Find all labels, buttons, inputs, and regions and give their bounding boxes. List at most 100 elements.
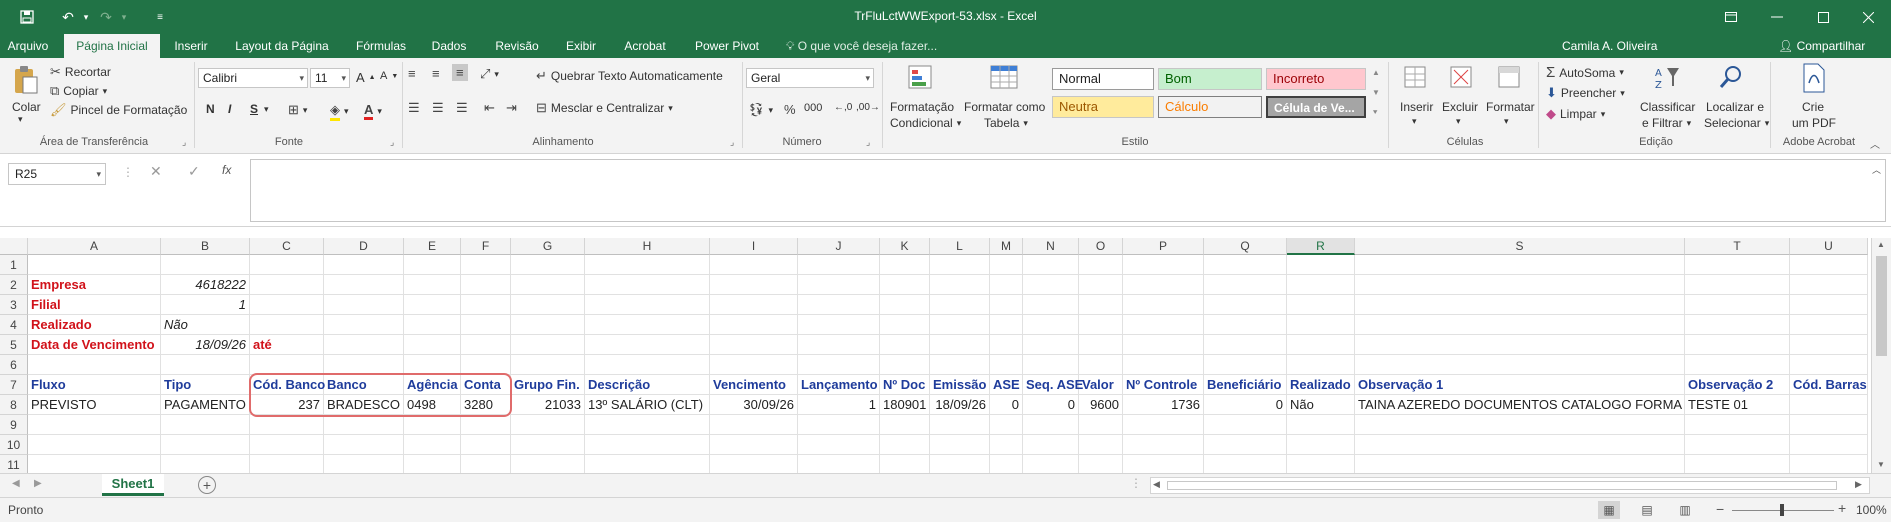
table-data-cell[interactable]: 21033 <box>511 395 585 415</box>
table-data-cell[interactable]: 0 <box>990 395 1023 415</box>
cell[interactable] <box>1287 315 1355 335</box>
cell[interactable] <box>461 415 511 435</box>
cell[interactable] <box>1204 295 1287 315</box>
table-data-cell[interactable]: 30/09/26 <box>710 395 798 415</box>
table-header-cell[interactable]: Seq. ASE <box>1023 375 1083 395</box>
cell[interactable] <box>511 295 585 315</box>
table-data-cell[interactable]: 1 <box>798 395 880 415</box>
cell[interactable] <box>585 295 710 315</box>
paste-icon[interactable] <box>8 64 44 96</box>
table-data-cell[interactable]: 13º SALÁRIO (CLT) <box>585 395 710 415</box>
table-data-cell[interactable] <box>1790 395 1868 415</box>
cell[interactable] <box>798 255 880 275</box>
cell[interactable] <box>990 295 1023 315</box>
format-cells-button[interactable]: Formatar <box>1486 100 1535 114</box>
cell[interactable] <box>1790 295 1868 315</box>
cell[interactable] <box>1355 455 1685 473</box>
vencimento-label[interactable]: Data de Vencimento <box>28 335 161 355</box>
column-header-l[interactable]: L <box>930 238 990 255</box>
row-header-4[interactable]: 4 <box>0 315 28 335</box>
cell[interactable] <box>324 455 404 473</box>
tab-revisao[interactable]: Revisão <box>486 34 548 58</box>
cell[interactable] <box>511 435 585 455</box>
cell[interactable] <box>1790 315 1868 335</box>
autosum-button[interactable]: Σ AutoSoma ▾ <box>1546 64 1624 81</box>
cell[interactable] <box>930 435 990 455</box>
align-center-button[interactable]: ☰ <box>432 100 444 116</box>
column-header-p[interactable]: P <box>1123 238 1204 255</box>
table-header-cell[interactable]: Banco <box>324 375 404 395</box>
row-header-11[interactable]: 11 <box>0 455 28 473</box>
cell[interactable] <box>1079 255 1123 275</box>
row-header-5[interactable]: 5 <box>0 335 28 355</box>
cell[interactable] <box>1204 435 1287 455</box>
cell[interactable] <box>511 315 585 335</box>
tab-inserir[interactable]: Inserir <box>168 34 214 58</box>
cell[interactable] <box>161 255 250 275</box>
cell[interactable] <box>324 315 404 335</box>
next-sheet-icon[interactable]: ▶ <box>34 478 42 489</box>
tab-power-pivot[interactable]: Power Pivot <box>686 34 768 58</box>
cell[interactable] <box>1355 435 1685 455</box>
cell[interactable] <box>324 415 404 435</box>
cell[interactable] <box>1355 315 1685 335</box>
cell[interactable] <box>880 435 930 455</box>
format-dropdown-icon[interactable]: ▾ <box>1504 116 1509 127</box>
cell[interactable] <box>511 355 585 375</box>
cell[interactable] <box>1079 415 1123 435</box>
fill-button[interactable]: ⬇ Preencher ▾ <box>1546 85 1625 101</box>
prev-sheet-icon[interactable]: ◀ <box>12 478 20 489</box>
cell[interactable] <box>28 455 161 473</box>
sort-filter-button[interactable]: e Filtrar ▾ <box>1642 116 1691 130</box>
cell[interactable] <box>1685 355 1790 375</box>
insert-cells-button[interactable]: Inserir <box>1400 100 1433 114</box>
table-data-cell[interactable]: TAINA AZEREDO DOCUMENTOS CATALOGO FORMA <box>1355 395 1685 415</box>
cell[interactable] <box>585 255 710 275</box>
cell[interactable] <box>880 355 930 375</box>
worksheet-grid[interactable]: ABCDEFGHIJKLMNOPQRSTU 1 2 3 4 5 6 7 8 9 10 11 Empr… <box>0 238 1871 473</box>
cell[interactable] <box>1204 415 1287 435</box>
shrink-font-button[interactable]: A ▼ <box>380 70 398 82</box>
table-header-cell[interactable]: Vencimento <box>710 375 798 395</box>
delete-cells-button[interactable]: Excluir <box>1442 100 1478 114</box>
cell[interactable] <box>880 255 930 275</box>
style-good[interactable]: Bom <box>1158 68 1262 90</box>
column-header-c[interactable]: C <box>250 238 324 255</box>
cell[interactable] <box>1023 315 1079 335</box>
scroll-down-icon[interactable]: ▼ <box>1877 460 1885 469</box>
cell[interactable] <box>324 275 404 295</box>
align-right-button[interactable]: ☰ <box>456 100 468 116</box>
cell[interactable] <box>930 415 990 435</box>
cell[interactable] <box>585 275 710 295</box>
create-pdf-button[interactable]: um PDF <box>1792 116 1836 130</box>
cell[interactable] <box>710 315 798 335</box>
cell[interactable] <box>404 255 461 275</box>
horizontal-scroll-thumb[interactable] <box>1167 481 1837 490</box>
table-header-cell[interactable]: Agência <box>404 375 461 395</box>
column-header-a[interactable]: A <box>28 238 161 255</box>
cell[interactable] <box>930 295 990 315</box>
cell[interactable] <box>798 435 880 455</box>
number-launcher-icon[interactable]: ⌟ <box>866 137 870 148</box>
table-header-cell[interactable]: Observação 2 <box>1685 375 1790 395</box>
cell[interactable] <box>1790 255 1868 275</box>
tab-dados[interactable]: Dados <box>424 34 474 58</box>
realizado-label[interactable]: Realizado <box>28 315 161 335</box>
table-header-cell[interactable]: Lançamento <box>798 375 880 395</box>
insert-dropdown-icon[interactable]: ▾ <box>1412 116 1417 127</box>
row-header-3[interactable]: 3 <box>0 295 28 315</box>
cell[interactable] <box>1023 335 1079 355</box>
cell[interactable] <box>404 415 461 435</box>
zoom-in-icon[interactable]: + <box>1838 500 1846 516</box>
cell[interactable] <box>461 295 511 315</box>
cell[interactable] <box>250 355 324 375</box>
cell[interactable] <box>1204 355 1287 375</box>
copy-button[interactable]: ⧉ Copiar ▾ <box>50 83 107 99</box>
pdf-icon[interactable] <box>1798 62 1830 94</box>
accounting-format-button[interactable]: 💱︎ ▾ <box>748 102 773 118</box>
cell[interactable] <box>404 275 461 295</box>
paste-button[interactable]: Colar <box>12 100 41 114</box>
expand-formula-bar-icon[interactable]: ︿ <box>1872 163 1881 176</box>
cell[interactable] <box>404 355 461 375</box>
table-header-cell[interactable]: ASE <box>990 375 1023 395</box>
